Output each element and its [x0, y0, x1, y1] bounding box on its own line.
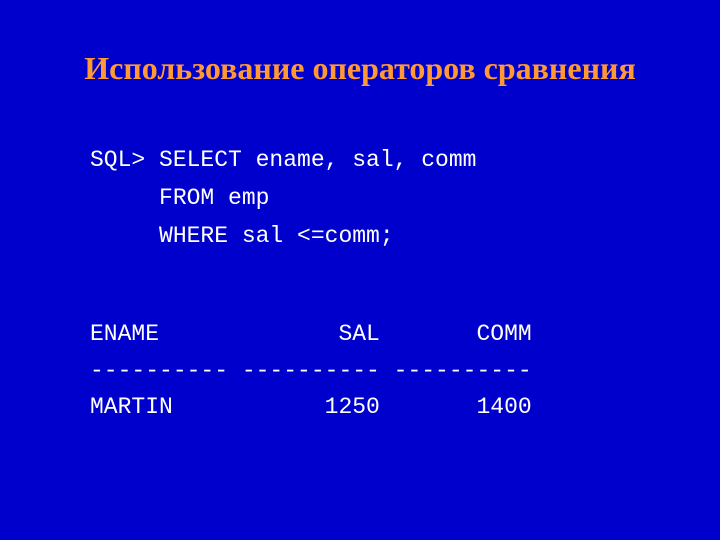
- output-row-1: MARTIN 1250 1400: [90, 394, 532, 420]
- slide-title: Использование операторов сравнения: [50, 50, 670, 87]
- sql-output-block: ENAME SAL COMM ---------- ---------- ---…: [90, 316, 670, 426]
- output-header: ENAME SAL COMM: [90, 321, 532, 347]
- sql-line-2: FROM emp: [90, 185, 269, 211]
- output-divider: ---------- ---------- ----------: [90, 358, 532, 384]
- sql-code-block: SQL> SELECT ename, sal, comm FROM emp WH…: [90, 142, 670, 256]
- sql-line-1: SQL> SELECT ename, sal, comm: [90, 147, 476, 173]
- slide-container: Использование операторов сравнения SQL> …: [0, 0, 720, 540]
- sql-line-3: WHERE sal <=comm;: [90, 223, 394, 249]
